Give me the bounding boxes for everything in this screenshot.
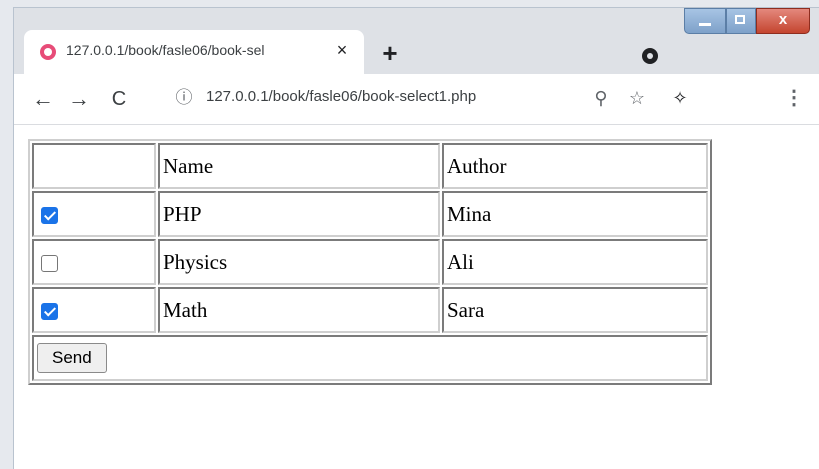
send-cell: Send	[32, 335, 708, 381]
send-button[interactable]: Send	[37, 343, 107, 373]
tab-close-icon[interactable]: ×	[330, 38, 354, 62]
profile-icon[interactable]	[642, 48, 658, 64]
book-checkbox[interactable]	[41, 207, 58, 225]
book-name-cell: Math	[158, 287, 440, 333]
minimize-button[interactable]	[684, 8, 726, 34]
tab-title: 127.0.0.1/book/fasle06/book-sel	[66, 42, 265, 58]
book-name-cell: Physics	[158, 239, 440, 285]
table-header-row: Name Author	[32, 143, 708, 189]
book-checkbox[interactable]	[41, 303, 58, 321]
table-footer-row: Send	[32, 335, 708, 381]
table-row: Math Sara	[32, 287, 708, 333]
book-author-cell: Sara	[442, 287, 708, 333]
info-icon[interactable]: ⓘ	[174, 88, 194, 108]
browser-toolbar: ← → C ⓘ 127.0.0.1/book/fasle06/book-sele…	[14, 74, 819, 125]
address-bar[interactable]: 127.0.0.1/book/fasle06/book-select1.php	[206, 88, 476, 105]
book-author-cell: Ali	[442, 239, 708, 285]
new-tab-button[interactable]: +	[376, 40, 404, 68]
header-cell-select	[32, 143, 156, 189]
title-bar: 127.0.0.1/book/fasle06/book-sel × + x	[14, 8, 819, 74]
browser-tab[interactable]: 127.0.0.1/book/fasle06/book-sel ×	[24, 30, 364, 74]
browser-window: 127.0.0.1/book/fasle06/book-sel × + x ← …	[14, 8, 819, 469]
checkbox-cell	[32, 287, 156, 333]
reload-icon[interactable]: C	[106, 86, 132, 112]
books-table: Name Author PHP Mina Physics Ali Math Sa…	[28, 139, 712, 385]
maximize-button[interactable]	[726, 8, 756, 34]
window-close-button[interactable]: x	[756, 8, 810, 34]
table-row: Physics Ali	[32, 239, 708, 285]
back-arrow-icon[interactable]: ←	[30, 86, 56, 112]
forward-arrow-icon[interactable]: →	[66, 86, 92, 112]
zoom-icon[interactable]: ⚲	[590, 86, 612, 110]
book-author-cell: Mina	[442, 191, 708, 237]
favicon-icon	[40, 44, 56, 60]
header-cell-author: Author	[442, 143, 708, 189]
checkbox-cell	[32, 239, 156, 285]
star-icon[interactable]: ☆	[626, 86, 648, 110]
table-row: PHP Mina	[32, 191, 708, 237]
header-cell-name: Name	[158, 143, 440, 189]
kebab-menu-icon[interactable]: ⋮	[784, 86, 804, 110]
book-name-cell: PHP	[158, 191, 440, 237]
page-content: Name Author PHP Mina Physics Ali Math Sa…	[14, 125, 819, 469]
puzzle-icon[interactable]: ✧	[668, 86, 692, 110]
book-checkbox[interactable]	[41, 255, 58, 273]
checkbox-cell	[32, 191, 156, 237]
